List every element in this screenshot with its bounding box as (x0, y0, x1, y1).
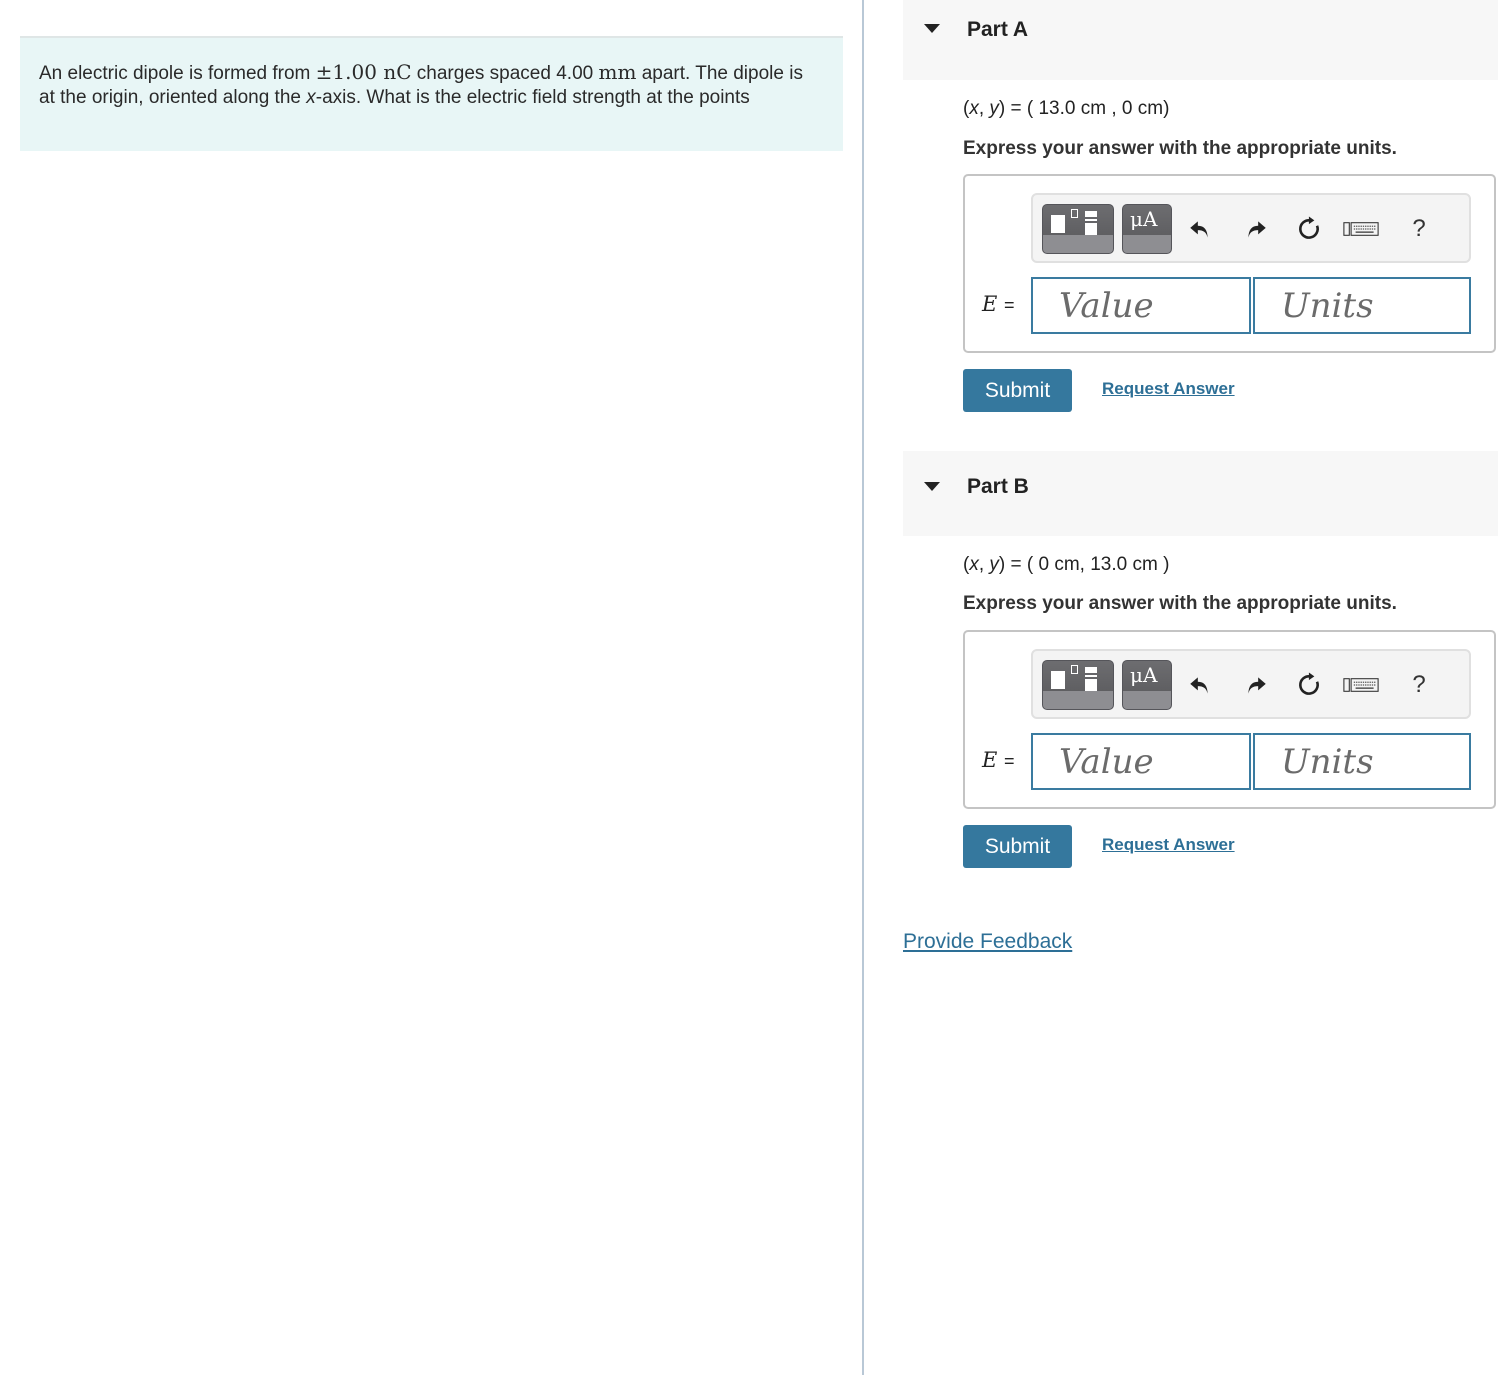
keyboard-icon (1343, 678, 1379, 692)
collapse-caret-icon[interactable] (924, 482, 940, 491)
problem-text-2: charges spaced (411, 63, 557, 84)
redo-icon (1248, 677, 1266, 694)
redo-button[interactable] (1241, 211, 1271, 247)
part-b-coordinates: (x, y) = ( 0 cm, 13.0 cm ) (963, 554, 1170, 575)
part-b-header[interactable]: Part B (903, 451, 1498, 536)
keyboard-button[interactable] (1341, 667, 1381, 703)
reset-button[interactable] (1295, 211, 1325, 247)
coord-x-label: x (969, 554, 979, 575)
part-b-title: Part B (967, 475, 1029, 498)
undo-button[interactable] (1185, 667, 1215, 703)
problem-text-4: -axis. What is the electric field streng… (315, 87, 750, 108)
units-input[interactable] (1253, 277, 1471, 334)
units-button[interactable]: μA (1122, 204, 1172, 254)
value-input[interactable] (1031, 277, 1251, 334)
part-a-title: Part A (967, 18, 1029, 41)
units-icon: μA (1130, 663, 1158, 687)
math-toolbar: μA ? (1031, 649, 1471, 719)
units-input[interactable] (1253, 733, 1471, 790)
coord-y-label: y (989, 98, 999, 119)
part-a-request-answer-link[interactable]: Request Answer (1102, 379, 1235, 399)
reset-icon (1299, 672, 1319, 695)
part-b-answer-box: μA ? E = (963, 630, 1496, 809)
problem-pane: An electric dipole is formed from ±1.00 … (0, 0, 862, 1375)
part-a-answer-box: μA ? E = (963, 174, 1496, 353)
spacing-value: 4.00 (556, 63, 594, 84)
math-toolbar: μA ? (1031, 193, 1471, 263)
axis-name: x (306, 87, 316, 108)
keyboard-button[interactable] (1341, 211, 1381, 247)
undo-icon (1190, 221, 1208, 238)
equals-sign: = (1004, 295, 1015, 315)
redo-icon (1248, 221, 1266, 238)
variable-label: E = (982, 748, 1015, 772)
undo-button[interactable] (1185, 211, 1215, 247)
equals-sign: = (1004, 751, 1015, 771)
pane-divider[interactable] (862, 0, 864, 1375)
part-a-submit-button[interactable]: Submit (963, 369, 1072, 412)
part-b-instruction: Express your answer with the appropriate… (963, 593, 1397, 614)
collapse-caret-icon[interactable] (924, 24, 940, 33)
value-input[interactable] (1031, 733, 1251, 790)
coord-y-label: y (989, 554, 999, 575)
charge-value: ±1.00 nC (315, 60, 412, 84)
variable-symbol: E (982, 748, 998, 772)
reset-button[interactable] (1295, 667, 1325, 703)
units-icon: μA (1130, 207, 1158, 231)
variable-label: E = (982, 292, 1015, 316)
templates-button[interactable] (1042, 204, 1114, 254)
part-a-instruction: Express your answer with the appropriate… (963, 138, 1397, 159)
keyboard-icon (1343, 222, 1379, 236)
part-b-submit-button[interactable]: Submit (963, 825, 1072, 868)
variable-symbol: E (982, 292, 998, 316)
problem-text-1: An electric dipole is formed from (39, 63, 316, 84)
reset-icon (1299, 216, 1319, 239)
help-button[interactable]: ? (1404, 211, 1434, 247)
redo-button[interactable] (1241, 667, 1271, 703)
spacing-unit: mm (598, 60, 637, 84)
provide-feedback-link[interactable]: Provide Feedback (903, 930, 1072, 954)
help-button[interactable]: ? (1404, 667, 1434, 703)
part-a-coordinates: (x, y) = ( 13.0 cm , 0 cm) (963, 98, 1170, 119)
coord-equals: ) = ( (998, 554, 1039, 575)
coord-values: 0 cm, 13.0 cm ) (1038, 554, 1170, 575)
coord-x-label: x (969, 98, 979, 119)
undo-icon (1190, 677, 1208, 694)
problem-statement: An electric dipole is formed from ±1.00 … (20, 36, 843, 151)
coord-equals: ) = ( (998, 98, 1039, 119)
part-b-request-answer-link[interactable]: Request Answer (1102, 835, 1235, 855)
templates-button[interactable] (1042, 660, 1114, 710)
part-a-header[interactable]: Part A (903, 0, 1498, 80)
units-button[interactable]: μA (1122, 660, 1172, 710)
coord-values: 13.0 cm , 0 cm) (1038, 98, 1170, 119)
